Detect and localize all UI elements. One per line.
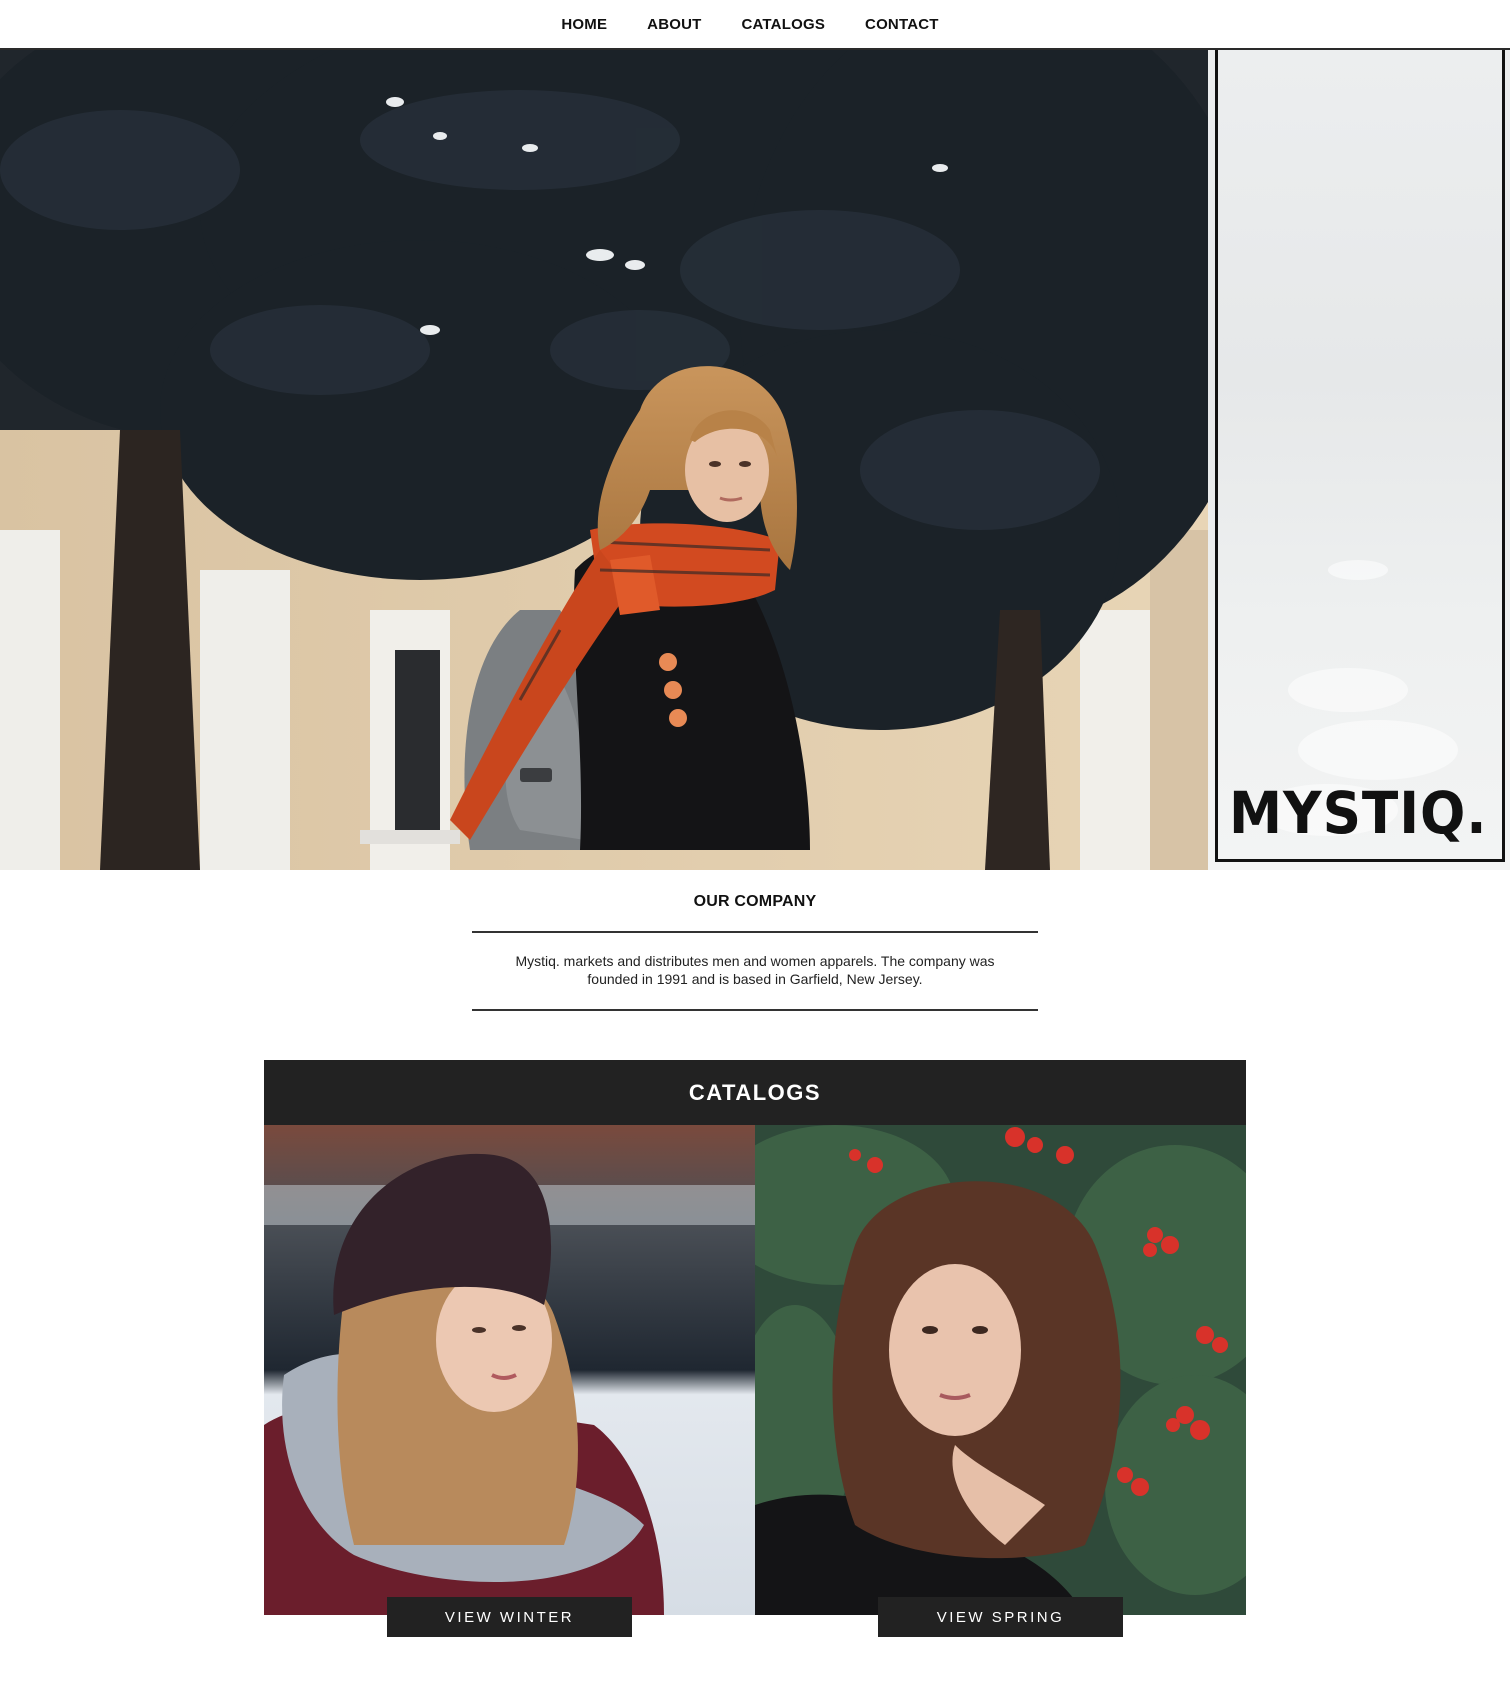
catalog-card-winter[interactable] — [264, 1125, 755, 1615]
nav-link-home[interactable]: HOME — [541, 16, 627, 33]
company-divider-bottom — [472, 1009, 1038, 1011]
company-title: OUR COMPANY — [693, 893, 817, 910]
catalogs-header: CATALOGS — [264, 1060, 1246, 1125]
top-nav: HOME ABOUT CATALOGS CONTACT — [0, 0, 1510, 50]
hero-brand-frame — [1215, 50, 1505, 862]
nav-link-about[interactable]: ABOUT — [627, 16, 721, 33]
company-section: OUR COMPANY Mystiq. markets and distribu… — [0, 870, 1510, 1020]
page: HOME ABOUT CATALOGS CONTACT MYSTIQ. OUR … — [0, 0, 1510, 1704]
catalogs-section: CATALOGS VIEW WINTER VIEW SPRING — [264, 1060, 1246, 1640]
brand-logo[interactable]: MYSTIQ. — [1229, 784, 1488, 842]
view-spring-button[interactable]: VIEW SPRING — [878, 1597, 1123, 1637]
hero-photo — [0, 50, 1208, 870]
winter-photo — [264, 1125, 755, 1615]
hero-photo-illustration — [0, 50, 1208, 870]
hero-brand-panel: MYSTIQ. — [1208, 50, 1510, 870]
hero-section: MYSTIQ. — [0, 50, 1510, 870]
nav-link-catalogs[interactable]: CATALOGS — [721, 16, 845, 33]
view-winter-button[interactable]: VIEW WINTER — [387, 1597, 632, 1637]
company-divider-top — [472, 931, 1038, 933]
catalog-card-spring[interactable] — [755, 1125, 1246, 1615]
nav-link-contact[interactable]: CONTACT — [845, 16, 959, 33]
company-description: Mystiq. markets and distributes men and … — [515, 953, 995, 987]
catalogs-title: CATALOGS — [688, 1079, 822, 1105]
spring-photo — [755, 1125, 1246, 1615]
nav-list: HOME ABOUT CATALOGS CONTACT — [541, 16, 958, 33]
